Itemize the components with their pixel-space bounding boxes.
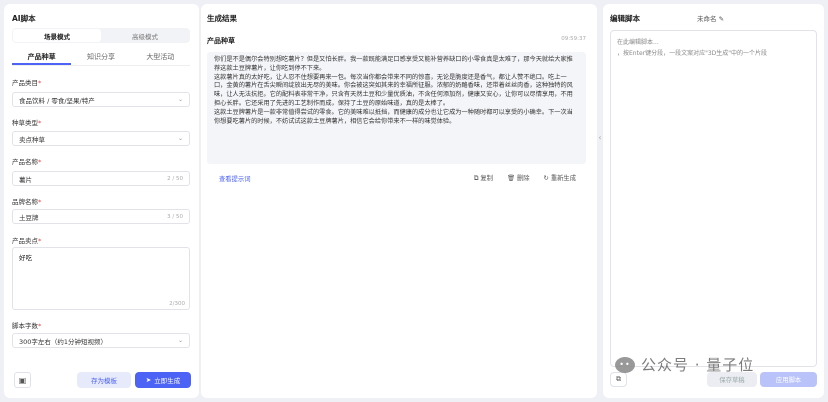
seed-type-value: 卖点种草 (19, 135, 45, 144)
edit-script-panel: 编辑脚本 未命名 ✎ 在此编辑脚本... ，按Enter键分段，一段文案对应"3… (603, 4, 824, 398)
view-prompt-link[interactable]: 查看提示词 (219, 174, 250, 183)
tab-knowledge-share[interactable]: 知识分享 (71, 52, 130, 65)
ai-script-panel: AI脚本 场景模式 高级模式 产品种草 知识分享 大型活动 产品类目* 食品饮料… (4, 4, 199, 398)
chevron-down-icon: ⌄ (177, 135, 183, 142)
result-panel: 生成结果 产品种草 09:59:37 你们是不是偶尔会特别想吃薯片？但是又怕长胖… (201, 4, 597, 398)
chevron-down-icon: ⌄ (177, 337, 183, 344)
char-count: 2 / 50 (167, 175, 183, 182)
generate-label: 立即生成 (154, 377, 181, 385)
script-paragraph: 这款土豆牌薯片是一款非常值得尝试的零食。它的美味难以抵挡，而健康的成分也让它成为… (214, 108, 573, 125)
edit-title: 编辑脚本 (610, 14, 640, 23)
refresh-icon: ↻ (543, 175, 551, 182)
trash-icon: 🗑 (506, 175, 517, 182)
editor-placeholder: 在此编辑脚本... (617, 39, 659, 46)
script-name[interactable]: 未命名 ✎ (697, 13, 724, 23)
pencil-icon: ✎ (718, 15, 725, 23)
editor-hint: ，按Enter键分段，一段文案对应"3D生成"中的一个片段 (617, 50, 768, 57)
tab-product-seeding[interactable]: 产品种草 (12, 52, 72, 65)
selling-point-value: 好吃 (19, 254, 32, 262)
delete-label: 删除 (516, 175, 530, 182)
seed-type-select[interactable]: 卖点种草 ⌄ (12, 131, 190, 146)
brand-name-value: 土豆牌 (19, 213, 39, 222)
scene-tabs: 产品种草 知识分享 大型活动 (12, 52, 190, 66)
brand-name-input[interactable]: 土豆牌 3 / 50 (12, 209, 190, 224)
copy-label: 复制 (480, 175, 493, 182)
card-title: 产品种草 (207, 37, 235, 45)
tab-big-event[interactable]: 大型活动 (131, 52, 190, 65)
mode-switch: 场景模式 高级模式 (12, 28, 190, 43)
mode-scene[interactable]: 场景模式 (13, 29, 101, 42)
category-value: 食品饮料 / 零食/坚果/特产 (19, 96, 95, 105)
wechat-icon: •• (615, 356, 635, 373)
watermark: •• 公众号 · 量子位 (615, 354, 754, 375)
script-paragraph: 这款薯片真的太好吃，让人忍不住想要再来一包。每次当你都会带来不同的惊喜，无论是脆… (214, 73, 573, 107)
product-name-input[interactable]: 薯片 2 / 50 (12, 171, 190, 186)
card-time: 09:59:37 (561, 36, 586, 42)
product-name-label: 产品名称* (12, 158, 42, 166)
word-count-value: 300字左右（约1分钟短视频） (19, 337, 108, 346)
card-footer: 查看提示词 ⧉ 复制 🗑 删除 ↻ 重新生成 (207, 170, 586, 186)
apply-script-button[interactable]: 应用脚本 (760, 372, 817, 387)
card-header: 产品种草 09:59:37 (207, 36, 586, 46)
category-label: 产品类目* (12, 79, 42, 87)
copy-button[interactable]: ⧉ 复制 (474, 173, 493, 183)
selling-point-textarea[interactable]: 好吃 2/300 (12, 247, 190, 310)
script-paragraph: 你们是不是偶尔会特别想吃薯片？但是又怕长胖。我一款既能满足口感享受又能补营养缺口… (214, 56, 573, 72)
regenerate-button[interactable]: ↻ 重新生成 (544, 173, 576, 183)
send-icon: ➤ (145, 376, 152, 384)
watermark-text: 公众号 · 量子位 (641, 356, 755, 374)
generate-button[interactable]: ➤ 立即生成 (135, 372, 191, 388)
word-count-label: 脚本字数* (12, 322, 42, 330)
result-card: 产品种草 09:59:37 你们是不是偶尔会特别想吃薯片？但是又怕长胖。我一款既… (207, 34, 586, 188)
panel-title: AI脚本 (12, 14, 36, 23)
history-icon[interactable]: ▣ (14, 372, 31, 388)
char-count: 2/300 (169, 301, 185, 307)
seed-type-label: 种草类型* (12, 119, 42, 127)
delete-button[interactable]: 🗑 删除 (507, 173, 530, 183)
regenerate-label: 重新生成 (550, 175, 576, 182)
save-template-button[interactable]: 存为模板 (77, 372, 131, 388)
product-name-value: 薯片 (19, 175, 32, 184)
word-count-select[interactable]: 300字左右（约1分钟短视频） ⌄ (12, 333, 190, 348)
char-count: 3 / 50 (167, 213, 183, 220)
category-select[interactable]: 食品饮料 / 零食/坚果/特产 ⌄ (12, 92, 190, 107)
script-editor[interactable]: 在此编辑脚本... ，按Enter键分段，一段文案对应"3D生成"中的一个片段 (610, 30, 817, 367)
script-name-text: 未命名 (697, 15, 717, 23)
mode-advanced[interactable]: 高级模式 (101, 29, 189, 42)
chevron-down-icon: ⌄ (177, 96, 183, 103)
brand-name-label: 品牌名称* (12, 198, 42, 206)
generated-script: 你们是不是偶尔会特别想吃薯片？但是又怕长胖。我一款既能满足口感享受又能补营养缺口… (207, 52, 586, 164)
result-title: 生成结果 (207, 14, 237, 23)
selling-point-label: 产品卖点* (12, 237, 42, 245)
